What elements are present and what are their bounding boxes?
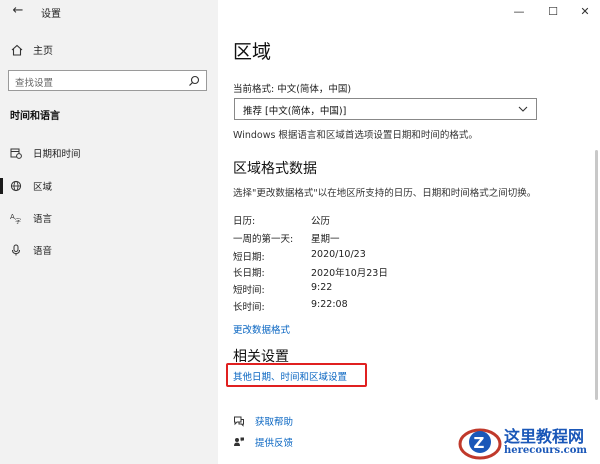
format-key: 短日期: <box>233 252 265 263</box>
format-key: 长时间: <box>233 302 265 313</box>
watermark-url: herecours.com <box>504 445 588 456</box>
watermark: Z 这里教程网 herecours.com <box>452 418 600 464</box>
scrollbar[interactable] <box>595 150 598 400</box>
feedback-icon <box>234 437 244 446</box>
active-indicator <box>0 178 3 194</box>
format-value: 9:22:08 <box>311 299 348 310</box>
watermark-text: 这里教程网 <box>504 427 585 446</box>
sidebar-item-label: 日期和时间 <box>33 149 81 160</box>
back-arrow-icon[interactable]: ← <box>10 3 26 19</box>
format-description: Windows 根据语言和区域首选项设置日期和时间的格式。 <box>233 130 478 141</box>
search-input[interactable]: 查找设置 <box>8 70 207 91</box>
current-format-label: 当前格式: 中文(简体，中国) <box>233 84 352 95</box>
sidebar-item-date-time[interactable]: 日期和时间 <box>0 141 218 165</box>
get-help-link[interactable]: 获取帮助 <box>255 414 293 428</box>
format-key: 短时间: <box>233 285 265 296</box>
sidebar-item-label: 语音 <box>33 246 53 257</box>
search-placeholder: 查找设置 <box>15 78 54 89</box>
sidebar-item-home[interactable]: 主页 <box>10 42 53 57</box>
format-dropdown-value: 推荐 [中文(简体，中国)] <box>243 106 347 117</box>
region-format-description: 选择"更改数据格式"以在地区所支持的日历、日期和时间格式之间切换。 <box>233 188 537 199</box>
chevron-down-icon <box>518 106 528 112</box>
format-value: 9:22 <box>311 282 333 293</box>
page-title: 区域 <box>233 41 272 63</box>
get-help-row[interactable]: 获取帮助 <box>233 414 293 428</box>
format-value: 2020/10/23 <box>311 249 366 260</box>
format-value: 星期一 <box>311 234 340 245</box>
calendar-clock-icon <box>10 148 22 159</box>
format-key: 长日期: <box>233 268 265 279</box>
watermark-logo-icon: Z <box>458 428 502 460</box>
app-title: 设置 <box>41 9 61 20</box>
highlight-box <box>226 363 367 387</box>
sidebar-section-title: 时间和语言 <box>10 111 60 122</box>
home-icon <box>11 44 23 56</box>
microphone-icon <box>12 244 20 256</box>
format-value: 公历 <box>311 216 331 227</box>
sidebar-item-speech[interactable]: 语音 <box>0 238 218 262</box>
sidebar-item-language[interactable]: A 字 语言 <box>0 206 218 230</box>
change-format-link[interactable]: 更改数据格式 <box>233 322 290 336</box>
globe-icon <box>10 180 22 192</box>
search-icon <box>189 75 200 86</box>
help-chat-icon <box>234 416 244 427</box>
sidebar-item-region[interactable]: 区域 <box>0 174 218 198</box>
format-key: 日历: <box>233 216 256 227</box>
svg-text:Z: Z <box>474 434 485 452</box>
feedback-row[interactable]: 提供反馈 <box>233 435 293 449</box>
main-content: 区域 当前格式: 中文(简体，中国) 推荐 [中文(简体，中国)] Window… <box>218 0 600 464</box>
sidebar-item-label: 主页 <box>33 46 53 57</box>
svg-text:字: 字 <box>15 218 21 225</box>
format-key: 一周的第一天: <box>233 234 294 245</box>
language-icon: A 字 <box>10 213 21 225</box>
format-dropdown[interactable]: 推荐 [中文(简体，中国)] <box>234 98 537 120</box>
sidebar: ← 设置 主页 查找设置 时间和语言 日期和时间 区域 A 字 语言 语音 <box>0 0 218 464</box>
sidebar-item-label: 语言 <box>33 214 53 225</box>
feedback-link[interactable]: 提供反馈 <box>255 435 293 449</box>
region-format-heading: 区域格式数据 <box>233 161 317 177</box>
sidebar-item-label: 区域 <box>33 182 53 193</box>
format-value: 2020年10月23日 <box>311 268 388 279</box>
